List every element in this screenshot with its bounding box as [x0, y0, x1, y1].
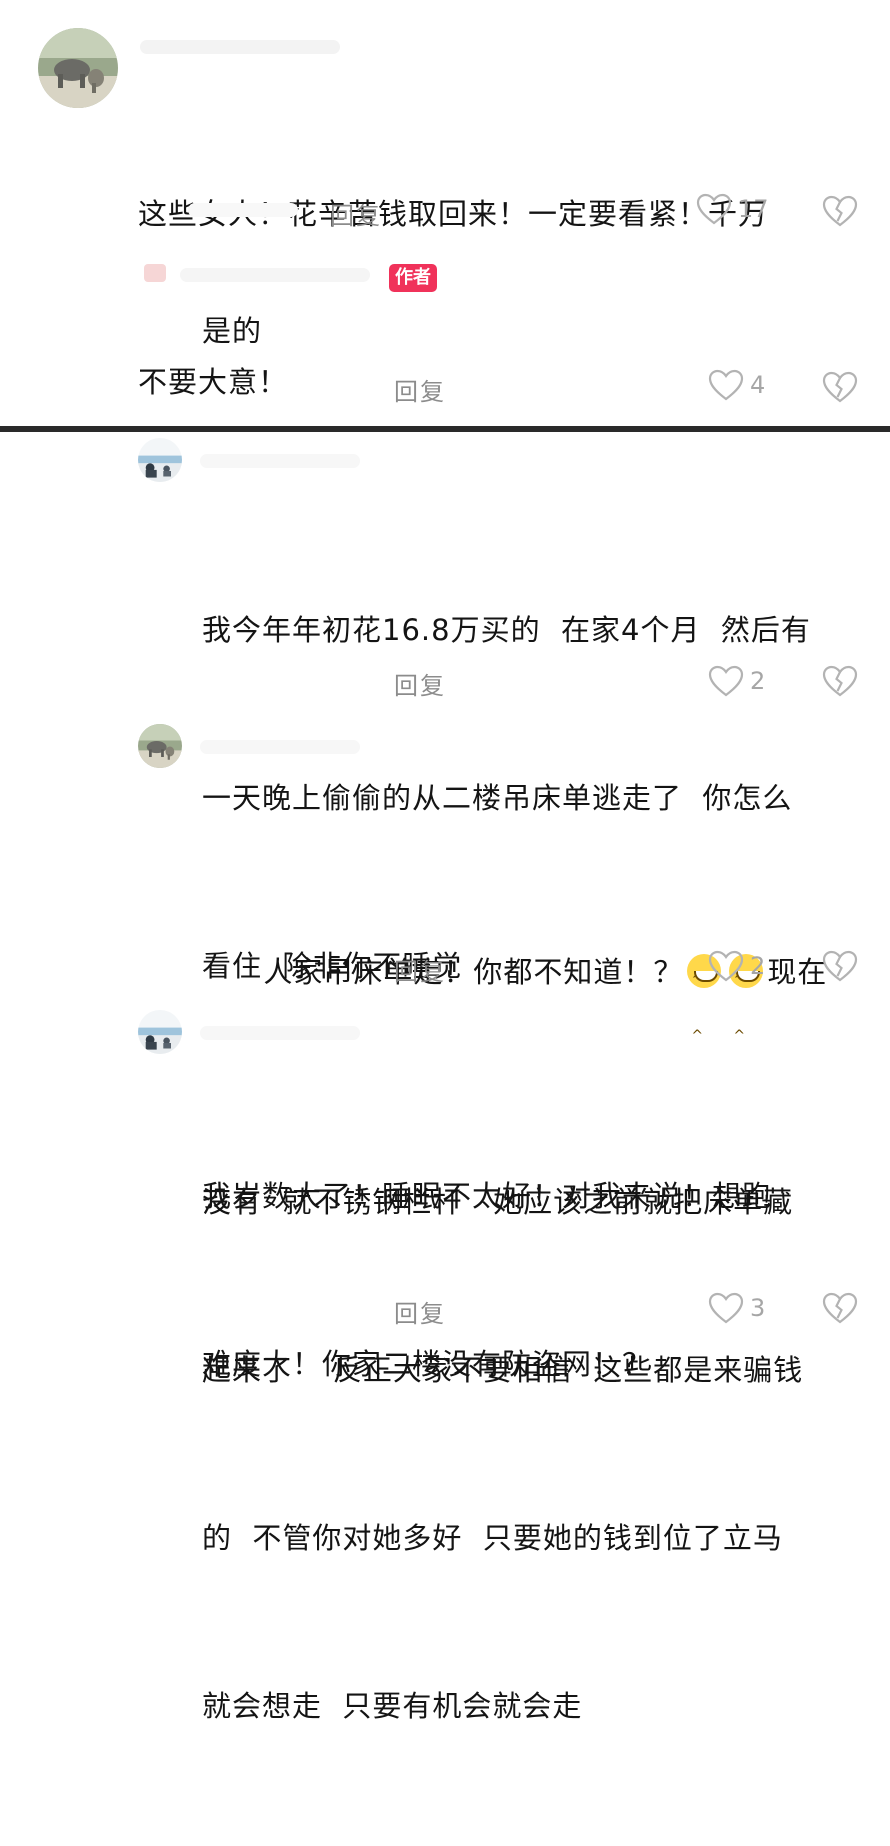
comment-text-line: 的 不管你对她多好 只要她的钱到位了立马: [202, 1521, 783, 1555]
comment-panel-top: 这些女人！花辛苦钱取回来！一定要看紧！千万 不要大意！ 回复 17 作者 是的 …: [0, 0, 890, 426]
dislike-button[interactable]: [822, 195, 858, 231]
comment-text-line: 我今年年初花16.8万买的 在家4个月 然后有: [202, 613, 811, 647]
reply-button[interactable]: 回复: [330, 196, 382, 231]
like-count: 17: [738, 195, 769, 223]
heart-outline-icon: [708, 950, 744, 982]
avatar[interactable]: [138, 724, 182, 768]
like-button[interactable]: 2: [708, 665, 765, 697]
avatar-blurred[interactable]: [144, 264, 166, 282]
username-blurred: [200, 1026, 360, 1040]
avatar[interactable]: [38, 28, 118, 108]
lake-avatar-image: [138, 1010, 182, 1054]
like-button[interactable]: 4: [708, 369, 765, 401]
reply-button[interactable]: 回复: [394, 952, 446, 987]
username-blurred: [200, 454, 360, 468]
lake-avatar-image: [138, 438, 182, 482]
comment-text: 是的: [202, 314, 263, 348]
comment-text-line: 起来了 反正大家不要相信 这些都是来骗钱: [202, 1353, 804, 1387]
broken-heart-icon: [822, 950, 858, 982]
username-blurred: [180, 268, 370, 282]
broken-heart-icon: [822, 665, 858, 697]
broken-heart-icon: [822, 1292, 858, 1324]
broken-heart-icon: [822, 195, 858, 227]
comment-text: 没有 就不锈钢栏杆 她应该之前就把床单藏 起来了 反正大家不要相信 这些都是来骗…: [202, 1062, 803, 1846]
comment-text-line: 没有 就不锈钢栏杆 她应该之前就把床单藏: [202, 1185, 794, 1219]
reply-button[interactable]: 回复: [394, 372, 446, 407]
username-blurred: [200, 740, 360, 754]
username-blurred: [140, 40, 340, 54]
like-button[interactable]: 2: [708, 950, 765, 982]
like-button[interactable]: 17: [696, 193, 769, 225]
rhino-avatar-image: [138, 724, 182, 768]
like-count: 2: [750, 952, 766, 980]
heart-outline-icon: [708, 369, 744, 401]
author-badge: 作者: [389, 264, 437, 292]
broken-heart-icon: [822, 371, 858, 403]
dislike-button[interactable]: [822, 665, 858, 701]
heart-outline-icon: [696, 193, 732, 225]
comment-text-line: 不要大意！: [138, 365, 289, 399]
timestamp-blurred: [188, 203, 298, 217]
comment-text-segment: 现在: [767, 955, 828, 989]
avatar[interactable]: [138, 1010, 182, 1054]
reply-button[interactable]: 回复: [394, 1294, 446, 1329]
like-count: 4: [750, 371, 766, 399]
comment-panel-bottom: 我今年年初花16.8万买的 在家4个月 然后有 一天晚上偷偷的从二楼吊床单逃走了…: [0, 432, 890, 1723]
like-count: 3: [750, 1294, 766, 1322]
dislike-button[interactable]: [822, 371, 858, 407]
like-count: 2: [750, 667, 766, 695]
reply-button[interactable]: 回复: [394, 666, 446, 701]
heart-outline-icon: [708, 1292, 744, 1324]
avatar[interactable]: [138, 438, 182, 482]
dislike-button[interactable]: [822, 1292, 858, 1328]
comment-text-segment: 人家吊床单走！你都不知道！？: [263, 955, 684, 989]
like-button[interactable]: 3: [708, 1292, 765, 1324]
dislike-button[interactable]: [822, 950, 858, 986]
comment-text-line: 就会想走 只要有机会就会走: [202, 1689, 583, 1723]
rhino-avatar-image: [38, 28, 118, 108]
heart-outline-icon: [708, 665, 744, 697]
